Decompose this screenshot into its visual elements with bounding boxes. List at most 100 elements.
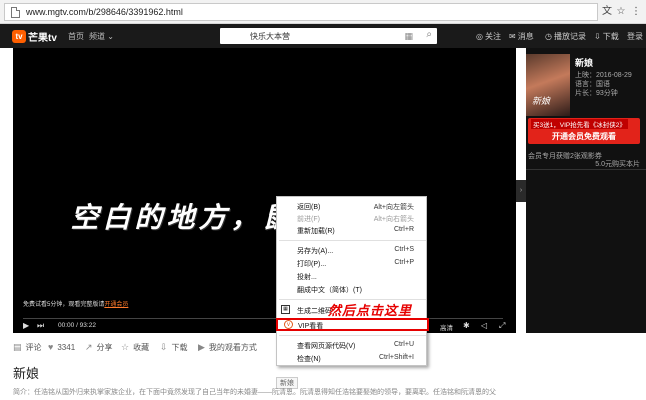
ctx-label: 翻成中文（简体）(T): [297, 287, 362, 294]
browser-toolbar: www.mgtv.com/b/298646/3391962.html 文 ☆ ⋮: [0, 0, 646, 24]
ctx-translate[interactable]: 翻成中文（简体）(T): [277, 283, 428, 295]
collapse-panel-handle[interactable]: ›: [516, 180, 526, 202]
trial-text: 免费试看5分钟，观看完整版请: [23, 302, 105, 308]
heart-icon: ◎: [476, 32, 483, 41]
favorite-button[interactable]: ☆ 收藏: [121, 342, 149, 353]
ctx-label: 返回(B): [297, 204, 321, 211]
ctx-shortcut: Ctrl+R: [393, 226, 414, 233]
logo-mark: tv: [12, 29, 26, 43]
translate-icon[interactable]: 文: [600, 5, 614, 19]
comment-label: 评论: [25, 343, 42, 352]
progress-bar[interactable]: [23, 318, 503, 319]
context-menu: 返回(B) Alt+向左箭头 前进(F) Alt+向右箭头 重新加载(R) Ctrl+…: [276, 196, 429, 366]
login-link[interactable]: 登录: [627, 31, 643, 42]
search-box[interactable]: 快乐大本营 ▦ ⌕: [220, 28, 437, 44]
ctx-label: 检查(N): [297, 356, 321, 363]
vip-promo-button[interactable]: 买3送1，VIP抢先看《冰封侠2》 开通会员免费观看: [528, 118, 640, 144]
download-label-2: 下载: [171, 343, 188, 352]
movie-poster[interactable]: 新娘: [526, 54, 570, 116]
share-icon: ↗: [85, 342, 93, 352]
download-link[interactable]: ⇩ 下载: [594, 31, 619, 42]
messages-label: 消息: [517, 32, 534, 41]
address-bar[interactable]: www.mgtv.com/b/298646/3391962.html: [4, 3, 598, 21]
grid-icon[interactable]: ▦: [404, 31, 413, 42]
ctx-shortcut: Alt+向右箭头: [373, 216, 414, 223]
volume-icon[interactable]: ◁: [481, 321, 487, 330]
share-button[interactable]: ↗ 分享: [85, 342, 113, 353]
nav-home[interactable]: 首页: [68, 31, 84, 42]
ctx-shortcut: Alt+向左箭头: [373, 204, 414, 211]
open-membership-link[interactable]: 开通会员: [104, 302, 128, 308]
message-icon: ✉: [509, 32, 516, 41]
ctx-reload[interactable]: 重新加载(R) Ctrl+R: [277, 224, 428, 236]
ctx-print[interactable]: 打印(P)... Ctrl+P: [277, 257, 428, 269]
ctx-label: 生成二维码: [297, 308, 332, 315]
time-display: 00:00 / 93:22: [58, 322, 96, 329]
history-label: 播放记录: [553, 32, 586, 41]
movie-intro: 简介：任浩铭从国外归来执掌家族企业，在下面中竟然发现了自己当年的未婚妻——阮清恩…: [13, 389, 496, 396]
comment-icon: ▤: [13, 342, 22, 352]
history-link[interactable]: ◷ 播放记录: [545, 31, 586, 42]
ctx-cast[interactable]: 投射...: [277, 270, 428, 282]
ctx-save-as[interactable]: 另存为(A)... Ctrl+S: [277, 244, 428, 256]
player-controls: ▶ ⏭ 00:00 / 93:22 高清 ✱ ◁ ⤢: [13, 320, 516, 333]
follow-label: 关注: [484, 32, 501, 41]
qrcode-icon: ▦: [281, 305, 290, 314]
chevron-down-icon: ⌄: [107, 32, 114, 41]
ctx-shortcut: Ctrl+Shift+I: [378, 354, 414, 361]
ctx-label: 查看网页源代码(V): [297, 343, 356, 350]
ctx-view-source[interactable]: 查看网页源代码(V) Ctrl+U: [277, 339, 428, 351]
settings-icon[interactable]: ✱: [463, 321, 470, 330]
menu-divider: [279, 335, 426, 336]
menu-icon[interactable]: ⋮: [629, 5, 643, 19]
site-header: tv 芒果tv 首页 频道 ⌄ 快乐大本营 ▦ ⌕ ◎ 关注 ✉ 消息 ◷ 播放记录 …: [0, 24, 646, 48]
movie-info-panel: 新娘 新娘 上映：2016-08-29 语言：国语 片长：93分钟 买3送1，V…: [526, 48, 646, 333]
ctx-label: 前进(F): [297, 216, 320, 223]
like-count: 3341: [57, 342, 76, 352]
ctx-inspect[interactable]: 检查(N) Ctrl+Shift+I: [277, 352, 428, 364]
ctx-forward[interactable]: 前进(F) Alt+向右箭头: [277, 212, 428, 224]
like-button[interactable]: ♥ 3341: [48, 342, 75, 352]
nav-channel[interactable]: 频道 ⌄: [89, 31, 114, 42]
ctx-vip-watch[interactable]: v VIP看看: [276, 318, 429, 331]
buy-price-link[interactable]: 5.0元购买本片: [595, 159, 640, 169]
page-title: 新娘: [13, 366, 40, 381]
comment-button[interactable]: ▤ 评论: [13, 342, 42, 353]
menu-divider: [279, 240, 426, 241]
play-circle-icon: ▶: [198, 342, 205, 352]
divider: [526, 169, 646, 170]
messages-link[interactable]: ✉ 消息: [509, 31, 534, 42]
nav-channel-label: 频道: [89, 32, 105, 41]
promo-button-label: 开通会员免费观看: [552, 132, 616, 141]
ctx-label: VIP看看: [298, 323, 324, 330]
video-player[interactable]: 空白的地方，鼠標右鍵！ 免费试看5分钟，观看完整版请开通会员 ▶ ⏭ 00:00…: [13, 48, 516, 333]
ctx-label: 另存为(A)...: [297, 248, 334, 255]
url-text: www.mgtv.com/b/298646/3391962.html: [26, 7, 183, 17]
mgtv-logo[interactable]: tv 芒果tv: [12, 29, 57, 44]
follow-link[interactable]: ◎ 关注: [476, 31, 501, 42]
vip-benefit-text: 会员专月获赠2张观影券: [528, 153, 602, 160]
ctx-shortcut: Ctrl+U: [393, 341, 414, 348]
download-button[interactable]: ⇩ 下载: [160, 342, 188, 353]
search-icon[interactable]: ⌕: [426, 29, 432, 40]
ctx-label: 打印(P)...: [297, 261, 327, 268]
page-icon: [11, 6, 20, 18]
fullscreen-icon[interactable]: ⤢: [499, 321, 505, 331]
watch-mode-button[interactable]: ▶ 我的观看方式: [198, 342, 257, 353]
next-icon[interactable]: ⏭: [37, 321, 44, 331]
quality-selector[interactable]: 高清: [440, 322, 453, 332]
ctx-label: 投射...: [297, 274, 317, 281]
thumbs-up-icon: ♥: [48, 342, 54, 352]
ctx-label: 重新加载(R): [297, 228, 335, 235]
ctx-shortcut: Ctrl+S: [394, 246, 414, 253]
ctx-back[interactable]: 返回(B) Alt+向左箭头: [277, 200, 428, 212]
play-icon[interactable]: ▶: [23, 321, 29, 330]
movie-title: 新娘: [575, 58, 594, 68]
poster-title: 新娘: [532, 97, 551, 107]
search-input[interactable]: 快乐大本营: [250, 31, 290, 42]
video-action-bar: ▤ 评论 ♥ 3341 ↗ 分享 ☆ 收藏 ⇩ 下载 ▶ 我的观看方式: [13, 340, 513, 356]
bookmark-star-icon[interactable]: ☆: [614, 5, 628, 19]
trial-notice: 免费试看5分钟，观看完整版请开通会员: [23, 299, 128, 308]
download-label: 下载: [602, 32, 619, 41]
logo-text: 芒果tv: [28, 32, 57, 44]
